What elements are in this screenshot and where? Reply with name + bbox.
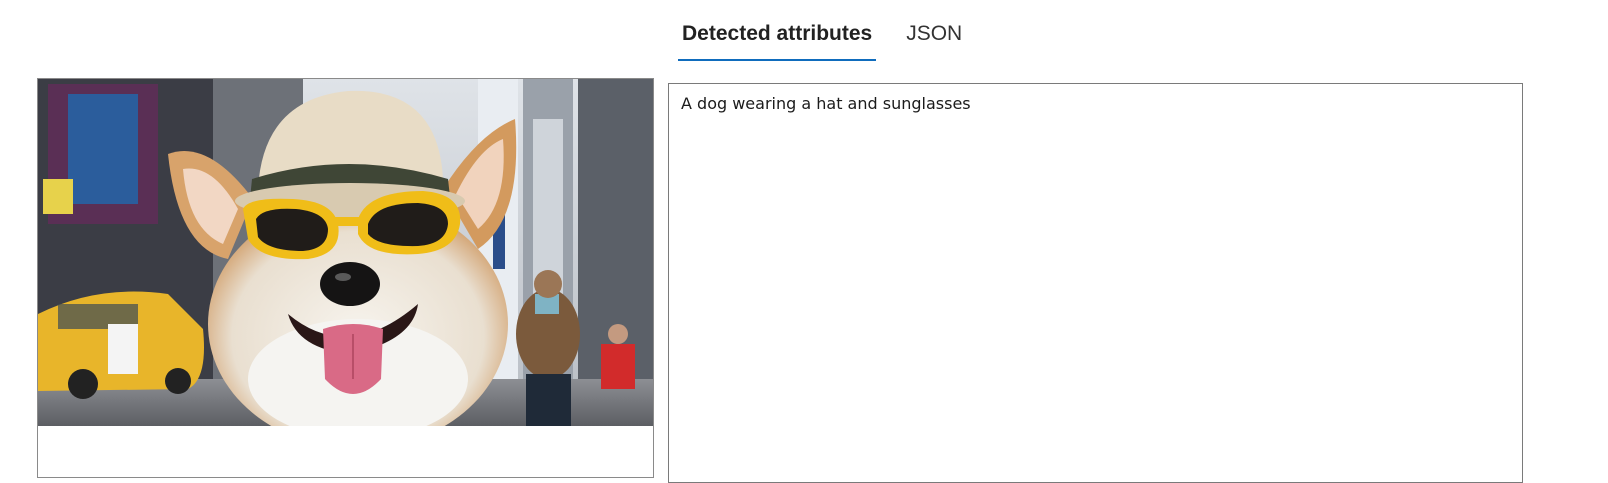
analyzed-image <box>38 79 653 426</box>
tab-detected-attributes[interactable]: Detected attributes <box>678 14 877 61</box>
tab-json[interactable]: JSON <box>902 14 966 54</box>
caption-text: A dog wearing a hat and sunglasses <box>681 94 971 113</box>
image-preview-panel <box>37 78 654 478</box>
tab-list: Detected attributes JSON <box>678 14 966 62</box>
detected-attributes-panel: A dog wearing a hat and sunglasses <box>668 83 1523 483</box>
